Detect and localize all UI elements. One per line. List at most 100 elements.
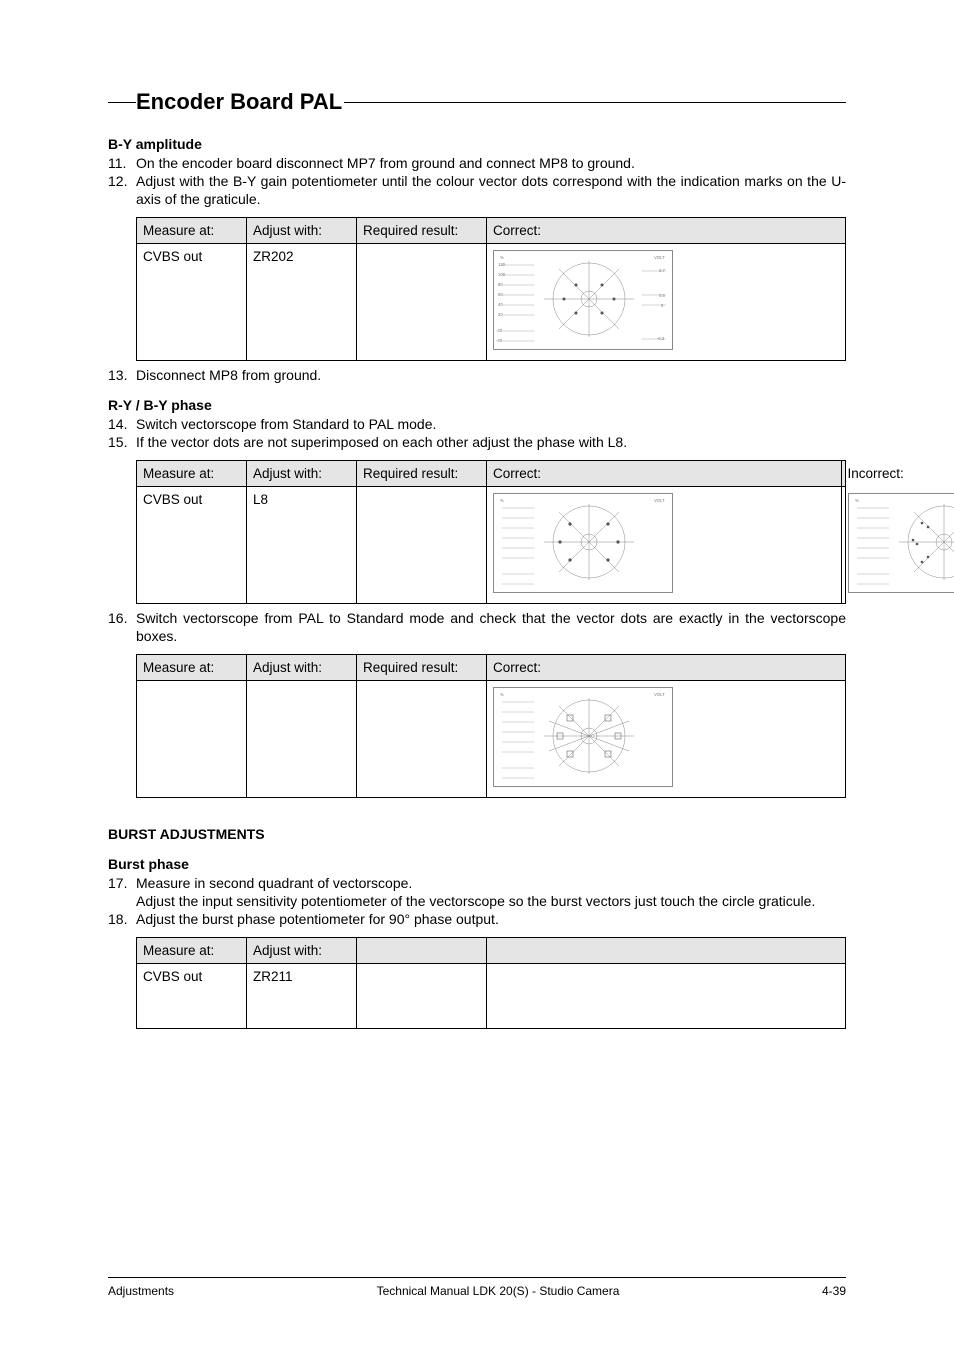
svg-text:VOLT: VOLT xyxy=(654,498,665,503)
th-measure: Measure at: xyxy=(137,460,247,486)
svg-text:120: 120 xyxy=(498,262,506,267)
svg-text:0.5: 0.5 xyxy=(659,293,665,298)
step-number: 15. xyxy=(108,434,136,452)
table1: Measure at: Adjust with: Required result… xyxy=(136,217,846,361)
step-text: On the encoder board disconnect MP7 from… xyxy=(136,155,846,173)
th-measure: Measure at: xyxy=(137,654,247,680)
th-blank2 xyxy=(487,937,846,963)
cell-adjust: ZR211 xyxy=(247,963,357,1028)
by-amp-heading: B-Y amplitude xyxy=(108,136,846,154)
th-result: Required result: xyxy=(357,654,487,680)
cell-blank1 xyxy=(357,963,487,1028)
burst-phase-heading: Burst phase xyxy=(108,856,846,874)
by-amp-step13: 13. Disconnect MP8 from ground. xyxy=(108,367,846,385)
svg-text:20: 20 xyxy=(498,312,503,317)
cell-adjust: ZR202 xyxy=(247,244,357,361)
cell-incorrect: %VOLT xyxy=(841,486,846,603)
th-measure: Measure at: xyxy=(137,937,247,963)
svg-text:0.7: 0.7 xyxy=(659,268,665,273)
step-text-line2: Adjust the input sensitivity potentiomet… xyxy=(136,893,815,909)
svg-text:-40: -40 xyxy=(496,338,503,343)
table-header-row: Measure at: Adjust with: Required result… xyxy=(137,654,846,680)
table4-wrap: Measure at: Adjust with: CVBS out ZR211 xyxy=(108,937,846,1029)
cell-measure: CVBS out xyxy=(137,486,247,603)
page-footer: Adjustments Technical Manual LDK 20(S) -… xyxy=(108,1277,846,1299)
svg-text:-0.3: -0.3 xyxy=(657,336,665,341)
table2: Measure at: Adjust with: Required result… xyxy=(136,460,846,604)
cell-measure: CVBS out xyxy=(137,244,247,361)
section-title: Encoder Board PAL xyxy=(136,88,344,116)
cell-adjust xyxy=(247,681,357,798)
step-text: Adjust with the B-Y gain potentiometer u… xyxy=(136,173,846,209)
svg-text:VOLT: VOLT xyxy=(654,692,665,697)
section-header: Encoder Board PAL xyxy=(108,88,846,116)
rule-tail xyxy=(344,102,846,103)
step-text: Disconnect MP8 from ground. xyxy=(136,367,846,385)
th-incorrect: Incorrect: xyxy=(841,460,846,486)
table4: Measure at: Adjust with: CVBS out ZR211 xyxy=(136,937,846,1029)
footer-center: Technical Manual LDK 20(S) - Studio Came… xyxy=(377,1284,620,1299)
burst-steps: 17. Measure in second quadrant of vector… xyxy=(108,875,846,929)
svg-text:%: % xyxy=(500,692,504,697)
cell-result xyxy=(357,486,487,603)
vectorscope-incorrect: %VOLT xyxy=(848,493,954,593)
cell-adjust: L8 xyxy=(247,486,357,603)
vectorscope-correct-3: % VOLT xyxy=(493,687,673,787)
step-text-line1: Measure in second quadrant of vectorscop… xyxy=(136,875,412,891)
th-measure: Measure at: xyxy=(137,217,247,243)
th-adjust: Adjust with: xyxy=(247,654,357,680)
table-header-row: Measure at: Adjust with: xyxy=(137,937,846,963)
table2-wrap: Measure at: Adjust with: Required result… xyxy=(108,460,846,604)
svg-text:VOLT: VOLT xyxy=(654,255,665,260)
svg-text:-20: -20 xyxy=(496,328,503,333)
ry-phase-steps: 14. Switch vectorscope from Standard to … xyxy=(108,416,846,452)
vectorscope-correct-2: % VOLT xyxy=(493,493,673,593)
footer-left: Adjustments xyxy=(108,1284,174,1299)
ry-phase-heading: R-Y / B-Y phase xyxy=(108,397,846,415)
table-header-row: Measure at: Adjust with: Required result… xyxy=(137,217,846,243)
svg-text:60: 60 xyxy=(498,292,503,297)
burst-section-heading: BURST ADJUSTMENTS xyxy=(108,826,846,844)
cell-correct: % VOLT xyxy=(487,681,846,798)
svg-text:%: % xyxy=(500,498,504,503)
svg-text:80: 80 xyxy=(498,282,503,287)
svg-text:%: % xyxy=(500,255,504,260)
svg-text:40: 40 xyxy=(498,302,503,307)
step-number: 16. xyxy=(108,610,136,628)
cell-result xyxy=(357,244,487,361)
step-text: Measure in second quadrant of vectorscop… xyxy=(136,875,846,911)
table1-wrap: Measure at: Adjust with: Required result… xyxy=(108,217,846,361)
step-number: 17. xyxy=(108,875,136,893)
step-number: 14. xyxy=(108,416,136,434)
cell-measure xyxy=(137,681,247,798)
cell-correct: % VOLT 120 100 80 60 40 20 -20 -40 0.7 0.5 0 -0.3 xyxy=(487,244,846,361)
th-correct: Correct: xyxy=(487,654,846,680)
step-number: 11. xyxy=(108,155,136,173)
step-number: 13. xyxy=(108,367,136,385)
table-row: CVBS out L8 xyxy=(137,486,846,603)
step-text: Switch vectorscope from PAL to Standard … xyxy=(136,610,846,646)
cell-blank2 xyxy=(487,963,846,1028)
th-adjust: Adjust with: xyxy=(247,937,357,963)
step-text: Adjust the burst phase potentiometer for… xyxy=(136,911,846,929)
footer-right: 4-39 xyxy=(822,1284,846,1299)
svg-text:0: 0 xyxy=(661,303,664,308)
table3: Measure at: Adjust with: Required result… xyxy=(136,654,846,798)
page: Encoder Board PAL B-Y amplitude 11. On t… xyxy=(0,0,954,1351)
svg-text:%: % xyxy=(855,498,859,503)
th-blank1 xyxy=(357,937,487,963)
cell-result xyxy=(357,681,487,798)
th-correct: Correct: xyxy=(487,217,846,243)
th-adjust: Adjust with: xyxy=(247,460,357,486)
th-result: Required result: xyxy=(357,460,487,486)
th-correct: Correct: xyxy=(487,460,842,486)
step-text: Switch vectorscope from Standard to PAL … xyxy=(136,416,846,434)
vectorscope-correct-1: % VOLT 120 100 80 60 40 20 -20 -40 0.7 0.5 0 -0.3 xyxy=(493,250,673,350)
table-row: CVBS out ZR211 xyxy=(137,963,846,1028)
table-row: CVBS out ZR202 xyxy=(137,244,846,361)
rule-lead xyxy=(108,102,136,103)
svg-text:100: 100 xyxy=(498,272,506,277)
cell-measure: CVBS out xyxy=(137,963,247,1028)
step-text: If the vector dots are not superimposed … xyxy=(136,434,846,452)
by-amp-steps: 11. On the encoder board disconnect MP7 … xyxy=(108,155,846,209)
